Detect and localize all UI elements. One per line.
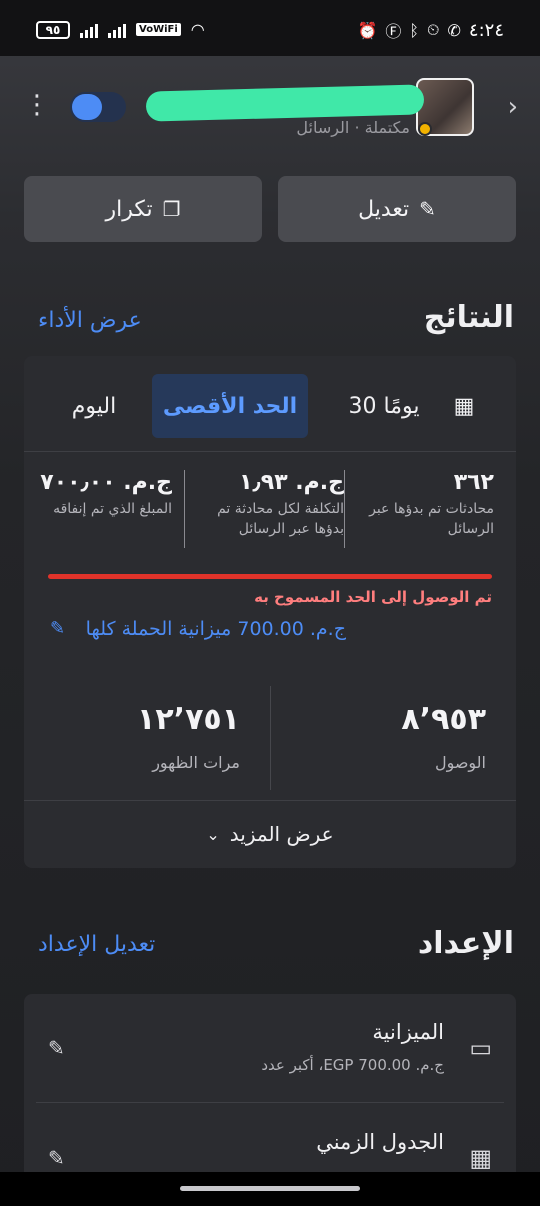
metric-cost-value: ج.م. ١٫٩٣ — [239, 470, 344, 495]
signal-2-icon — [108, 22, 126, 38]
campaign-toggle[interactable] — [70, 92, 126, 122]
navigation-bar — [0, 1172, 540, 1206]
metric-cost-per-conversation: ج.م. ١٫٩٣ التكلفة لكل محادثة تم بدؤها عب… — [184, 470, 344, 539]
chevron-right-icon[interactable]: › — [508, 92, 518, 122]
status-bar: ٩٥ VoWiFi ◠ ⏰ Ⓕ ᛒ ⏲ ✆ ٤:٢٤ — [0, 0, 540, 56]
metric-conversations-label: محادثات تم بدؤها عبر الرسائل — [369, 501, 494, 537]
edit-button-label: تعديل — [358, 196, 410, 222]
table-icon[interactable]: ▦ — [444, 374, 484, 438]
reach-label: الوصول — [434, 753, 486, 772]
metric-cost-label: التكلفة لكل محادثة تم بدؤها عبر الرسائل — [217, 501, 344, 537]
toggle-knob — [72, 94, 102, 120]
duplicate-button[interactable]: ❐ تكرار — [24, 176, 262, 242]
redaction-mark — [145, 84, 425, 122]
edit-button[interactable]: ✎ تعديل — [278, 176, 516, 242]
wifi-icon: ◠ — [190, 20, 205, 39]
clock: ٤:٢٤ — [468, 19, 504, 41]
pencil-icon: ✎ — [419, 197, 436, 221]
metric-conversations-value: ٣٦٢ — [453, 470, 494, 495]
metric-conversations: ٣٦٢ محادثات تم بدؤها عبر الرسائل — [354, 470, 494, 539]
impressions-stat: ١٢٬٧٥١ مرات الظهور — [137, 702, 240, 772]
duplicate-button-label: تكرار — [105, 196, 153, 222]
metric-spent-value: ج.م. ٧٠٠٫٠٠ — [40, 470, 172, 495]
metrics-row: ٣٦٢ محادثات تم بدؤها عبر الرسائل ج.م. ١٫… — [24, 452, 516, 562]
metric-amount-spent: ج.م. ٧٠٠٫٠٠ المبلغ الذي تم إنفاقه — [32, 470, 172, 519]
metric-spent-label: المبلغ الذي تم إنفاقه — [53, 501, 172, 517]
bluetooth-icon: ᛒ — [409, 20, 420, 40]
tab-30-days[interactable]: 30 يومًا — [324, 374, 444, 438]
battery-indicator: ٩٥ — [36, 20, 70, 39]
pencil-icon[interactable]: ✎ — [50, 618, 65, 639]
signal-icon — [80, 22, 98, 38]
copy-icon: ❐ — [162, 197, 181, 221]
schedule-title: الجدول الزمني — [316, 1130, 444, 1154]
limit-reached-message: تم الوصول إلى الحد المسموح به — [254, 588, 492, 606]
edit-setup-link[interactable]: تعديل الإعداد — [38, 932, 155, 957]
show-more-label: عرض المزيد — [229, 822, 334, 846]
divider — [184, 470, 185, 548]
tab-maximum[interactable]: الحد الأقصى — [152, 374, 308, 438]
status-dot — [418, 122, 432, 136]
facebook-icon: Ⓕ — [385, 22, 402, 41]
budget-row[interactable]: ▭ الميزانية ج.م. EGP 700.00، أكبر عدد ✎ — [24, 994, 516, 1098]
divider — [24, 800, 516, 801]
chevron-down-icon: ⌄ — [206, 824, 220, 844]
view-performance-link[interactable]: عرض الأداء — [38, 308, 142, 333]
alarm-icon: ⏰ — [357, 20, 378, 40]
results-card: اليوم الحد الأقصى 30 يومًا ▦ ٣٦٢ محادثات… — [24, 356, 516, 868]
divider — [270, 686, 271, 790]
home-indicator[interactable] — [180, 1186, 360, 1191]
show-more-button[interactable]: عرض المزيد ⌄ — [24, 802, 516, 866]
impressions-value: ١٢٬٧٥١ — [137, 702, 240, 737]
calendar-icon: ▦ — [469, 1144, 492, 1172]
setup-title: الإعداد — [417, 926, 514, 961]
credit-card-icon: ▭ — [469, 1034, 492, 1062]
pencil-icon[interactable]: ✎ — [48, 1146, 65, 1170]
alarm-off-icon: ⏲ — [427, 20, 440, 39]
more-options-icon[interactable]: ⋮ — [24, 92, 50, 118]
reach-stat: ٨٬٩٥٣ الوصول — [401, 702, 486, 772]
results-title: النتائج — [423, 300, 514, 335]
spend-progress-bar — [48, 574, 492, 579]
campaign-subtitle: مكتملة · الرسائل — [296, 118, 410, 137]
campaign-header: › ال مكتملة · الرسائل ⋮ — [0, 70, 540, 150]
whatsapp-icon: ✆ — [447, 20, 461, 40]
time-range-tabs: اليوم الحد الأقصى 30 يومًا ▦ — [24, 356, 516, 452]
pencil-icon[interactable]: ✎ — [48, 1036, 65, 1060]
campaign-budget-link[interactable]: ج.م. 700.00 ميزانية الحملة كلها — [86, 618, 346, 640]
divider — [344, 470, 345, 548]
reach-value: ٨٬٩٥٣ — [401, 702, 486, 737]
impressions-label: مرات الظهور — [152, 753, 240, 772]
vowifi-badge: VoWiFi — [136, 23, 181, 36]
setup-card: ▭ الميزانية ج.م. EGP 700.00، أكبر عدد ✎ … — [24, 994, 516, 1194]
tab-today[interactable]: اليوم — [38, 374, 150, 438]
budget-subtitle: ج.م. EGP 700.00، أكبر عدد — [261, 1056, 444, 1074]
budget-title: الميزانية — [372, 1020, 444, 1044]
divider — [36, 1102, 504, 1103]
